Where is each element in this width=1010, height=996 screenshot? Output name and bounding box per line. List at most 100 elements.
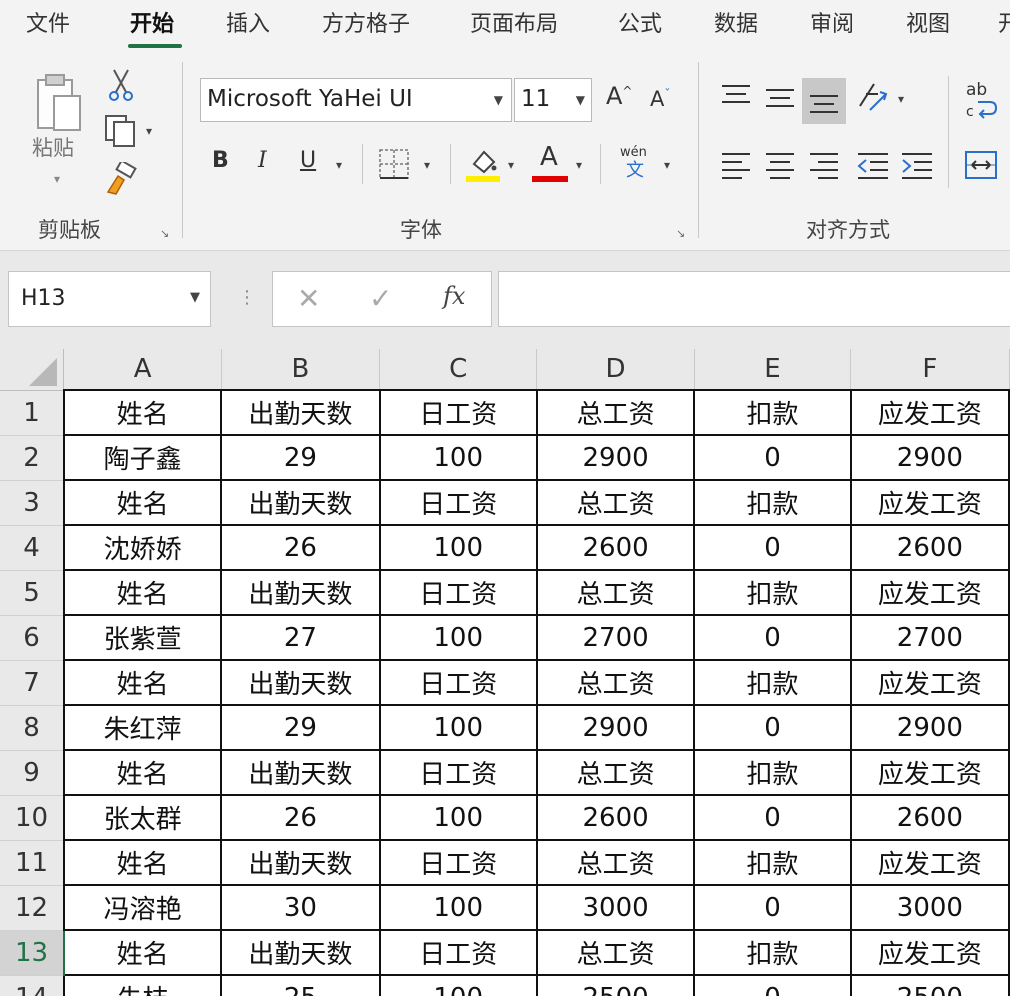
table-cell[interactable]: 100 <box>378 794 538 841</box>
table-cell[interactable]: 朱红萍 <box>62 704 223 751</box>
table-cell[interactable]: 0 <box>693 704 852 751</box>
format-painter-button[interactable] <box>104 159 138 200</box>
table-cell[interactable]: 扣款 <box>693 839 852 886</box>
borders-dropdown-icon[interactable]: ▾ <box>424 158 430 172</box>
orientation-button[interactable] <box>856 80 890 118</box>
table-cell[interactable]: 张太群 <box>62 794 223 841</box>
formula-input[interactable] <box>498 271 1010 327</box>
table-cell[interactable]: 27 <box>220 614 381 661</box>
table-cell[interactable]: 姓名 <box>62 749 223 796</box>
table-cell[interactable]: 姓名 <box>62 929 223 976</box>
tab-home[interactable]: 开始 <box>130 6 174 38</box>
splitter-handle-icon[interactable]: ⋮ <box>238 287 256 308</box>
table-cell[interactable]: 29 <box>220 434 381 481</box>
table-cell[interactable]: 应发工资 <box>849 479 1010 526</box>
table-cell[interactable]: 2600 <box>535 524 696 571</box>
table-cell[interactable]: 沈娇娇 <box>62 524 223 571</box>
table-cell[interactable]: 日工资 <box>378 569 538 616</box>
align-center-button[interactable] <box>764 150 796 184</box>
paste-button[interactable] <box>30 72 90 142</box>
table-cell[interactable]: 2600 <box>849 524 1010 571</box>
row-header[interactable]: 8 <box>0 705 65 751</box>
table-cell[interactable]: 应发工资 <box>849 749 1010 796</box>
underline-dropdown-icon[interactable]: ▾ <box>336 158 342 172</box>
table-cell[interactable]: 日工资 <box>378 389 538 436</box>
tab-fangfang[interactable]: 方方格子 <box>322 6 410 38</box>
table-cell[interactable]: 0 <box>693 794 852 841</box>
table-cell[interactable]: 总工资 <box>535 929 696 976</box>
font-color-button[interactable]: A <box>532 142 568 182</box>
column-header-d[interactable]: D <box>536 349 695 391</box>
font-launcher-icon[interactable]: ↘ <box>676 228 688 240</box>
orientation-dropdown-icon[interactable]: ▾ <box>898 92 904 106</box>
row-header[interactable]: 10 <box>0 795 65 841</box>
tab-page-layout[interactable]: 页面布局 <box>470 6 558 38</box>
bold-button[interactable]: B <box>212 150 229 172</box>
row-header[interactable]: 3 <box>0 480 65 526</box>
table-cell[interactable]: 29 <box>220 704 381 751</box>
table-cell[interactable]: 张紫萱 <box>62 614 223 661</box>
insert-function-button[interactable]: fx <box>443 282 465 310</box>
table-cell[interactable]: 应发工资 <box>849 659 1010 706</box>
table-cell[interactable]: 100 <box>378 704 538 751</box>
table-cell[interactable]: 出勤天数 <box>220 749 381 796</box>
cut-button[interactable] <box>106 68 136 106</box>
table-cell[interactable]: 26 <box>220 794 381 841</box>
align-right-button[interactable] <box>808 150 840 184</box>
fill-color-dropdown-icon[interactable]: ▾ <box>508 158 514 172</box>
row-header[interactable]: 1 <box>0 390 65 436</box>
table-cell[interactable]: 25 <box>220 974 381 996</box>
enter-icon[interactable]: ✓ <box>369 282 392 315</box>
font-color-dropdown-icon[interactable]: ▾ <box>576 158 582 172</box>
row-header[interactable]: 9 <box>0 750 65 796</box>
row-header[interactable]: 11 <box>0 840 65 886</box>
fill-color-button[interactable] <box>466 146 500 186</box>
table-cell[interactable]: 100 <box>378 974 538 996</box>
table-cell[interactable]: 2600 <box>535 794 696 841</box>
tab-insert[interactable]: 插入 <box>226 6 270 38</box>
table-cell[interactable]: 总工资 <box>535 659 696 706</box>
font-size-select[interactable]: 11 ▼ <box>514 78 592 122</box>
table-cell[interactable]: 0 <box>693 434 852 481</box>
table-cell[interactable]: 姓名 <box>62 839 223 886</box>
table-cell[interactable]: 2900 <box>849 704 1010 751</box>
grow-font-button[interactable]: A^ <box>606 84 632 108</box>
phonetic-dropdown-icon[interactable]: ▾ <box>664 158 670 172</box>
phonetic-button[interactable]: wén 文 <box>618 146 658 186</box>
table-cell[interactable]: 扣款 <box>693 479 852 526</box>
row-header[interactable]: 12 <box>0 885 65 931</box>
table-cell[interactable]: 总工资 <box>535 839 696 886</box>
table-cell[interactable]: 出勤天数 <box>220 479 381 526</box>
table-cell[interactable]: 日工资 <box>378 929 538 976</box>
table-cell[interactable]: 100 <box>378 614 538 661</box>
column-header-c[interactable]: C <box>379 349 538 391</box>
table-cell[interactable]: 0 <box>693 974 852 996</box>
column-header-f[interactable]: F <box>850 349 1010 391</box>
cancel-icon[interactable]: ✕ <box>297 282 320 315</box>
table-cell[interactable]: 26 <box>220 524 381 571</box>
table-cell[interactable]: 姓名 <box>62 389 223 436</box>
table-cell[interactable]: 出勤天数 <box>220 929 381 976</box>
table-cell[interactable]: 扣款 <box>693 749 852 796</box>
table-cell[interactable]: 3000 <box>535 884 696 931</box>
table-cell[interactable]: 100 <box>378 884 538 931</box>
table-cell[interactable]: 2900 <box>535 434 696 481</box>
table-cell[interactable]: 应发工资 <box>849 929 1010 976</box>
align-left-button[interactable] <box>720 150 752 184</box>
select-all-button[interactable] <box>0 349 65 391</box>
tab-data[interactable]: 数据 <box>714 6 758 38</box>
align-bottom-button[interactable] <box>808 84 840 122</box>
row-header[interactable]: 14 <box>0 975 65 996</box>
row-header[interactable]: 7 <box>0 660 65 706</box>
column-header-e[interactable]: E <box>694 349 852 391</box>
table-cell[interactable]: 2500 <box>849 974 1010 996</box>
table-cell[interactable]: 扣款 <box>693 929 852 976</box>
table-cell[interactable]: 日工资 <box>378 659 538 706</box>
table-cell[interactable]: 扣款 <box>693 569 852 616</box>
table-cell[interactable]: 2700 <box>849 614 1010 661</box>
wrap-text-button[interactable]: ab c <box>966 82 1002 122</box>
table-cell[interactable]: 2700 <box>535 614 696 661</box>
table-cell[interactable]: 出勤天数 <box>220 659 381 706</box>
table-cell[interactable]: 3000 <box>849 884 1010 931</box>
table-cell[interactable]: 扣款 <box>693 659 852 706</box>
